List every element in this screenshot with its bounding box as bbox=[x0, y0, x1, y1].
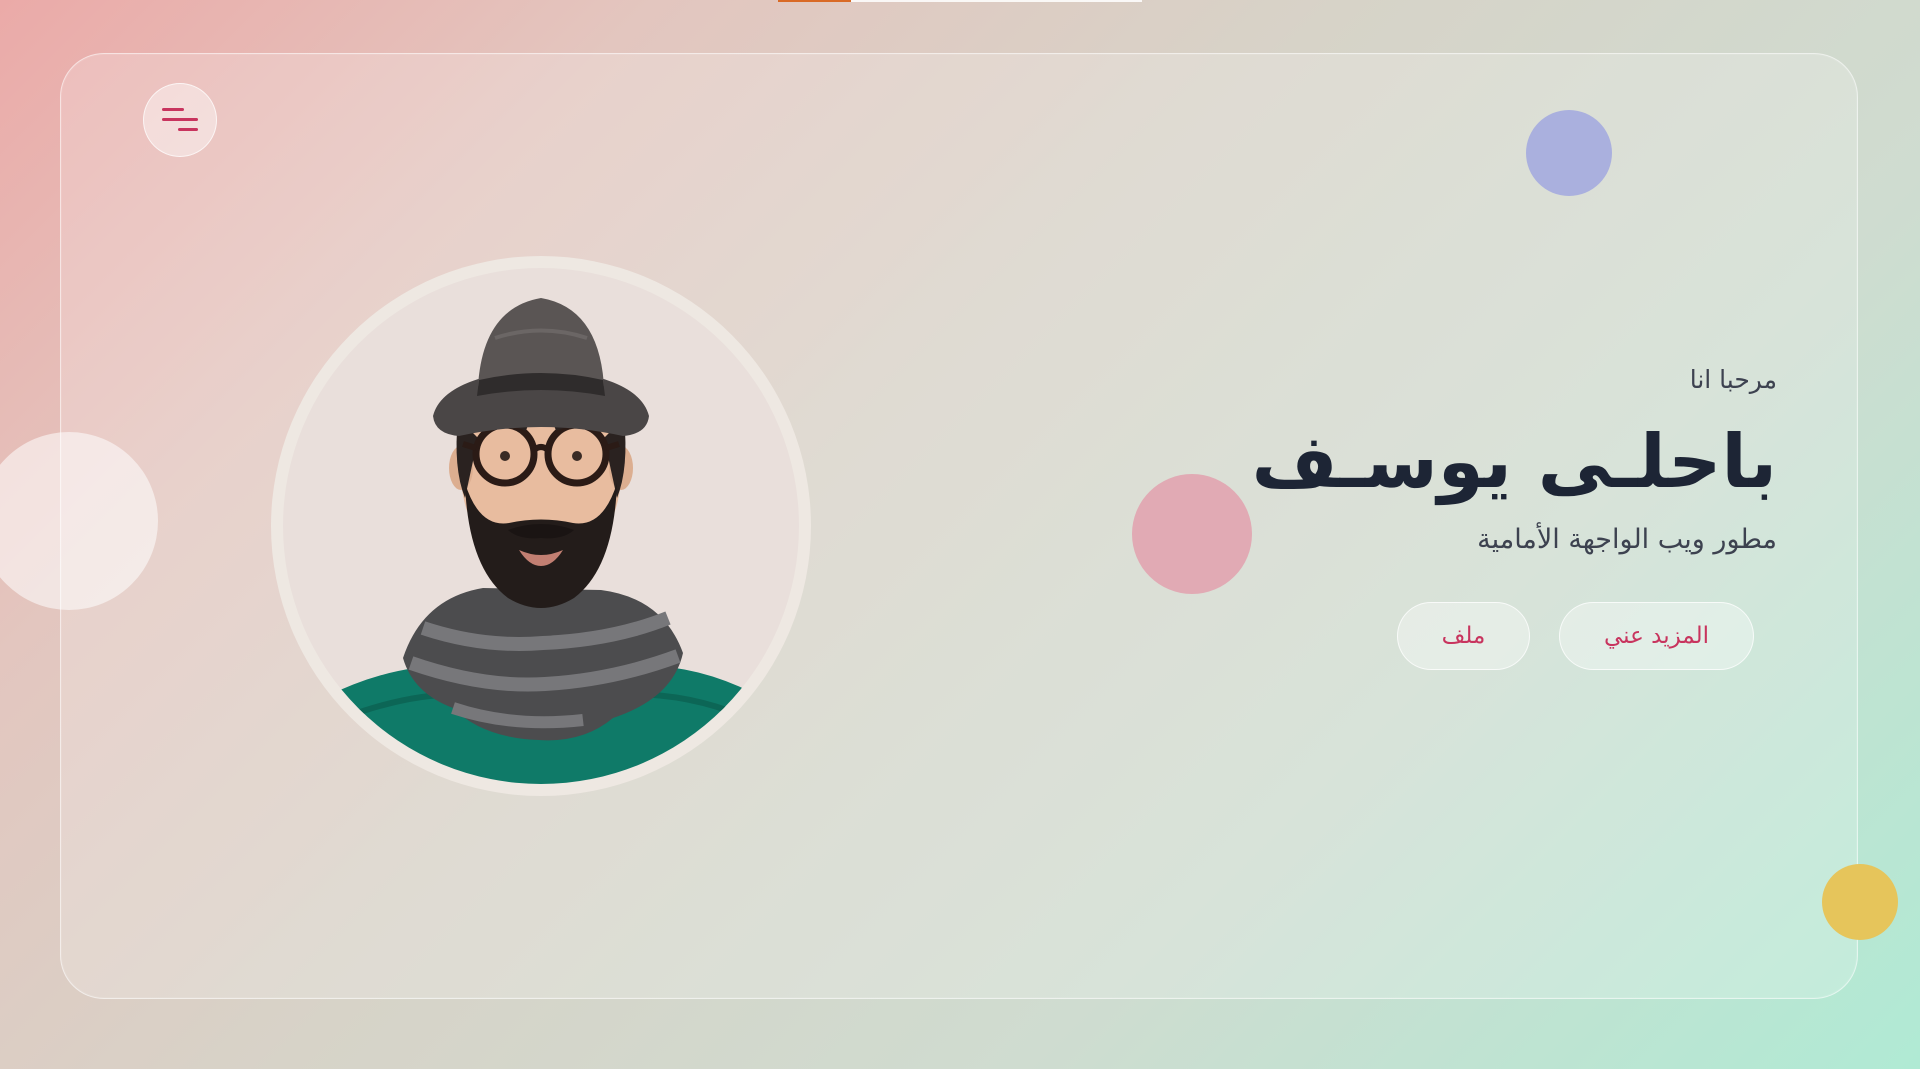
more-about-button[interactable]: المزيد عني bbox=[1559, 602, 1754, 670]
decorative-circle-yellow bbox=[1822, 864, 1898, 940]
file-button[interactable]: ملف bbox=[1397, 602, 1530, 670]
profile-photo-image bbox=[283, 268, 799, 784]
hero-name: باحلـى يوسـف bbox=[1251, 419, 1777, 505]
profile-photo bbox=[271, 256, 811, 796]
greeting-text: مرحبا انا bbox=[1689, 365, 1777, 394]
decorative-circle-purple bbox=[1526, 110, 1612, 196]
menu-button[interactable] bbox=[143, 83, 217, 157]
page-progress-fill bbox=[778, 0, 851, 2]
hero-text: مرحبا انا باحلـى يوسـف مطور ويب الواجهة … bbox=[1077, 360, 1777, 562]
hero-role: مطور ويب الواجهة الأمامية bbox=[1477, 524, 1777, 555]
page-progress-bar bbox=[778, 0, 1142, 2]
